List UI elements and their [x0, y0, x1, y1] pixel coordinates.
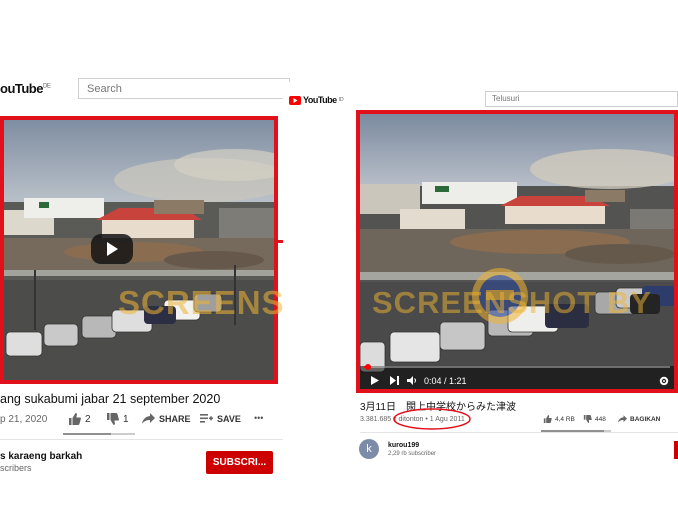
dislike-button[interactable]: 448 — [583, 415, 606, 423]
volume-button[interactable] — [407, 376, 417, 387]
like-count: 2 — [85, 413, 91, 425]
volume-icon — [407, 376, 416, 385]
share-icon — [142, 413, 155, 424]
logo-text: ouTube — [0, 81, 43, 96]
video-title: ang sukabumi jabar 21 september 2020 — [0, 392, 221, 406]
share-icon — [618, 415, 627, 423]
youtube-play-icon — [289, 95, 301, 105]
settings-button[interactable] — [659, 376, 669, 388]
subscriber-count: 2,29 rb subscriber — [388, 451, 437, 457]
left-screenshot: ouTubeDE Search SCREENSHOT BY ang sukabu… — [0, 0, 414, 509]
like-button[interactable]: 2 — [68, 413, 91, 425]
search-placeholder: Search — [87, 83, 122, 95]
share-label: BAGIKAN — [630, 415, 661, 423]
video-player[interactable] — [0, 116, 278, 384]
thumbs-up-icon — [543, 415, 552, 423]
youtube-logo[interactable]: ouTubeDE — [0, 81, 51, 96]
upload-date: p 21, 2020 — [0, 414, 48, 425]
video-frame-image — [4, 120, 274, 380]
date-highlight-circle — [393, 408, 471, 430]
thumbs-down-icon — [107, 413, 119, 425]
save-label: SAVE — [217, 413, 241, 424]
share-button[interactable]: BAGIKAN — [618, 415, 660, 423]
like-button[interactable]: 4,4 RB — [543, 415, 575, 423]
dislike-count: 448 — [595, 415, 606, 423]
share-button[interactable]: SHARE — [142, 413, 191, 424]
sentiment-bar — [63, 433, 135, 435]
subscribe-button[interactable]: SUBSCRI... — [206, 451, 273, 474]
youtube-logo[interactable]: YouTube ID — [289, 95, 344, 105]
like-count: 4,4 RB — [555, 415, 575, 423]
search-input[interactable]: Search — [78, 78, 290, 99]
thumbs-down-icon — [583, 415, 592, 423]
divider — [0, 439, 290, 440]
time-display: 0:04 / 1:21 — [424, 376, 467, 386]
play-button[interactable] — [370, 376, 379, 387]
divider — [360, 432, 678, 433]
video-player[interactable]: 0:04 / 1:21 — [356, 110, 678, 393]
avatar[interactable]: k — [359, 439, 379, 459]
sentiment-bar-fill — [63, 433, 112, 435]
share-label: SHARE — [159, 413, 191, 424]
dislike-button[interactable]: 1 — [106, 413, 129, 425]
dislike-count: 1 — [123, 413, 129, 425]
logo-text: YouTube — [303, 95, 337, 105]
more-options-button[interactable]: ••• — [254, 413, 263, 423]
gear-icon — [659, 376, 669, 386]
save-button[interactable]: SAVE — [200, 413, 241, 424]
next-button[interactable] — [390, 376, 399, 387]
play-icon — [371, 376, 379, 385]
play-icon — [107, 242, 118, 256]
logo-region: ID — [338, 97, 344, 103]
search-placeholder: Telusuri — [492, 94, 520, 103]
logo-region: DE — [42, 83, 51, 90]
subscriber-count: scribers — [0, 463, 32, 473]
subscribe-button[interactable] — [674, 441, 678, 459]
channel-name[interactable]: s karaeng barkah — [0, 451, 82, 462]
video-frame-image — [360, 114, 674, 389]
thumbs-up-icon — [69, 413, 81, 425]
search-input[interactable]: Telusuri — [485, 91, 678, 107]
skip-next-icon — [390, 376, 399, 385]
play-button[interactable] — [91, 234, 133, 264]
channel-name[interactable]: kurou199 — [388, 442, 419, 449]
playlist-add-icon — [200, 414, 213, 423]
